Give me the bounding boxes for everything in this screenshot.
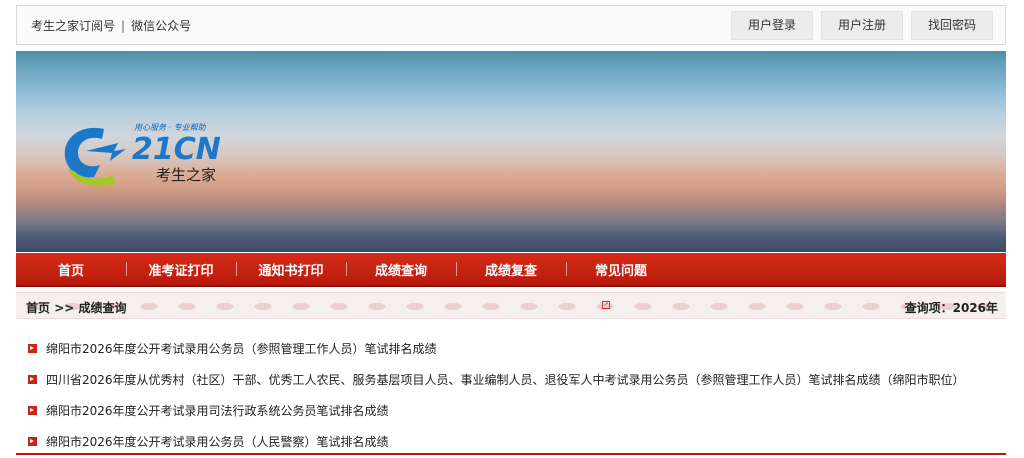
- recover-password-button[interactable]: 找回密码: [910, 11, 993, 40]
- list-item[interactable]: 绵阳市2026年度公开考试录用公务员（参照管理工作人员）笔试排名成绩: [28, 333, 998, 364]
- query-info: 查询项：2026年: [905, 299, 998, 316]
- arrow-bullet-icon: [28, 375, 37, 384]
- list-item-text[interactable]: 绵阳市2026年度公开考试录用公务员（人民警察）笔试排名成绩: [46, 433, 389, 450]
- header-banner: 21CN 用心服务 · 专业帮助 考生之家: [16, 51, 1006, 252]
- nav-score-review[interactable]: 成绩复查: [456, 260, 566, 279]
- nav-admission-ticket[interactable]: 准考证打印: [126, 260, 236, 279]
- nav-faq[interactable]: 常见问题: [566, 260, 676, 279]
- query-value: 2026年: [952, 301, 998, 315]
- breadcrumb-bar: 首页 >> 成绩查询 ↗ 查询项：2026年: [16, 292, 1006, 319]
- nav-home[interactable]: 首页: [16, 260, 126, 279]
- wechat-link[interactable]: 微信公众号: [131, 17, 191, 34]
- top-bar: 考生之家订阅号 | 微信公众号 用户登录 用户注册 找回密码: [16, 5, 1006, 45]
- list-item-text[interactable]: 绵阳市2026年度公开考试录用公务员（参照管理工作人员）笔试排名成绩: [46, 340, 437, 357]
- login-button[interactable]: 用户登录: [730, 11, 813, 40]
- logo-slogan: 用心服务 · 专业帮助: [134, 123, 206, 132]
- subscribe-link[interactable]: 考生之家订阅号: [31, 17, 115, 34]
- nav-notice-print[interactable]: 通知书打印: [236, 260, 346, 279]
- list-item[interactable]: 绵阳市2026年度公开考试录用司法行政系统公务员笔试排名成绩: [28, 395, 998, 426]
- main-nav: 首页 准考证打印 通知书打印 成绩查询 成绩复查 常见问题: [16, 253, 1006, 287]
- arrow-bullet-icon: [28, 437, 37, 446]
- breadcrumb-current: 成绩查询: [78, 301, 127, 315]
- list-item[interactable]: 四川省2026年度从优秀村（社区）干部、优秀工人农民、服务基层项目人员、事业编制…: [28, 364, 998, 395]
- list-item-text[interactable]: 绵阳市2026年度公开考试录用司法行政系统公务员笔试排名成绩: [46, 402, 389, 419]
- top-links: 考生之家订阅号 | 微信公众号: [31, 17, 191, 34]
- nav-score-query[interactable]: 成绩查询: [346, 260, 456, 279]
- logo-site-name: 考生之家: [156, 166, 217, 184]
- breadcrumb: 首页 >> 成绩查询: [26, 299, 127, 316]
- breadcrumb-home-link[interactable]: 首页: [26, 301, 50, 315]
- arrow-bullet-icon: [28, 406, 37, 415]
- result-list: 绵阳市2026年度公开考试录用公务员（参照管理工作人员）笔试排名成绩 四川省20…: [28, 333, 998, 457]
- logo-brand-text: 21CN: [132, 132, 221, 167]
- bottom-divider: [16, 453, 1006, 455]
- breadcrumb-arrow: >>: [54, 301, 75, 315]
- account-buttons: 用户登录 用户注册 找回密码: [730, 11, 993, 40]
- register-button[interactable]: 用户注册: [820, 11, 903, 40]
- external-link-icon[interactable]: ↗: [602, 301, 610, 309]
- arrow-bullet-icon: [28, 344, 37, 353]
- query-label: 查询项：: [904, 301, 953, 315]
- list-item-text[interactable]: 四川省2026年度从优秀村（社区）干部、优秀工人农民、服务基层项目人员、事业编制…: [46, 371, 965, 388]
- top-separator: |: [121, 19, 126, 33]
